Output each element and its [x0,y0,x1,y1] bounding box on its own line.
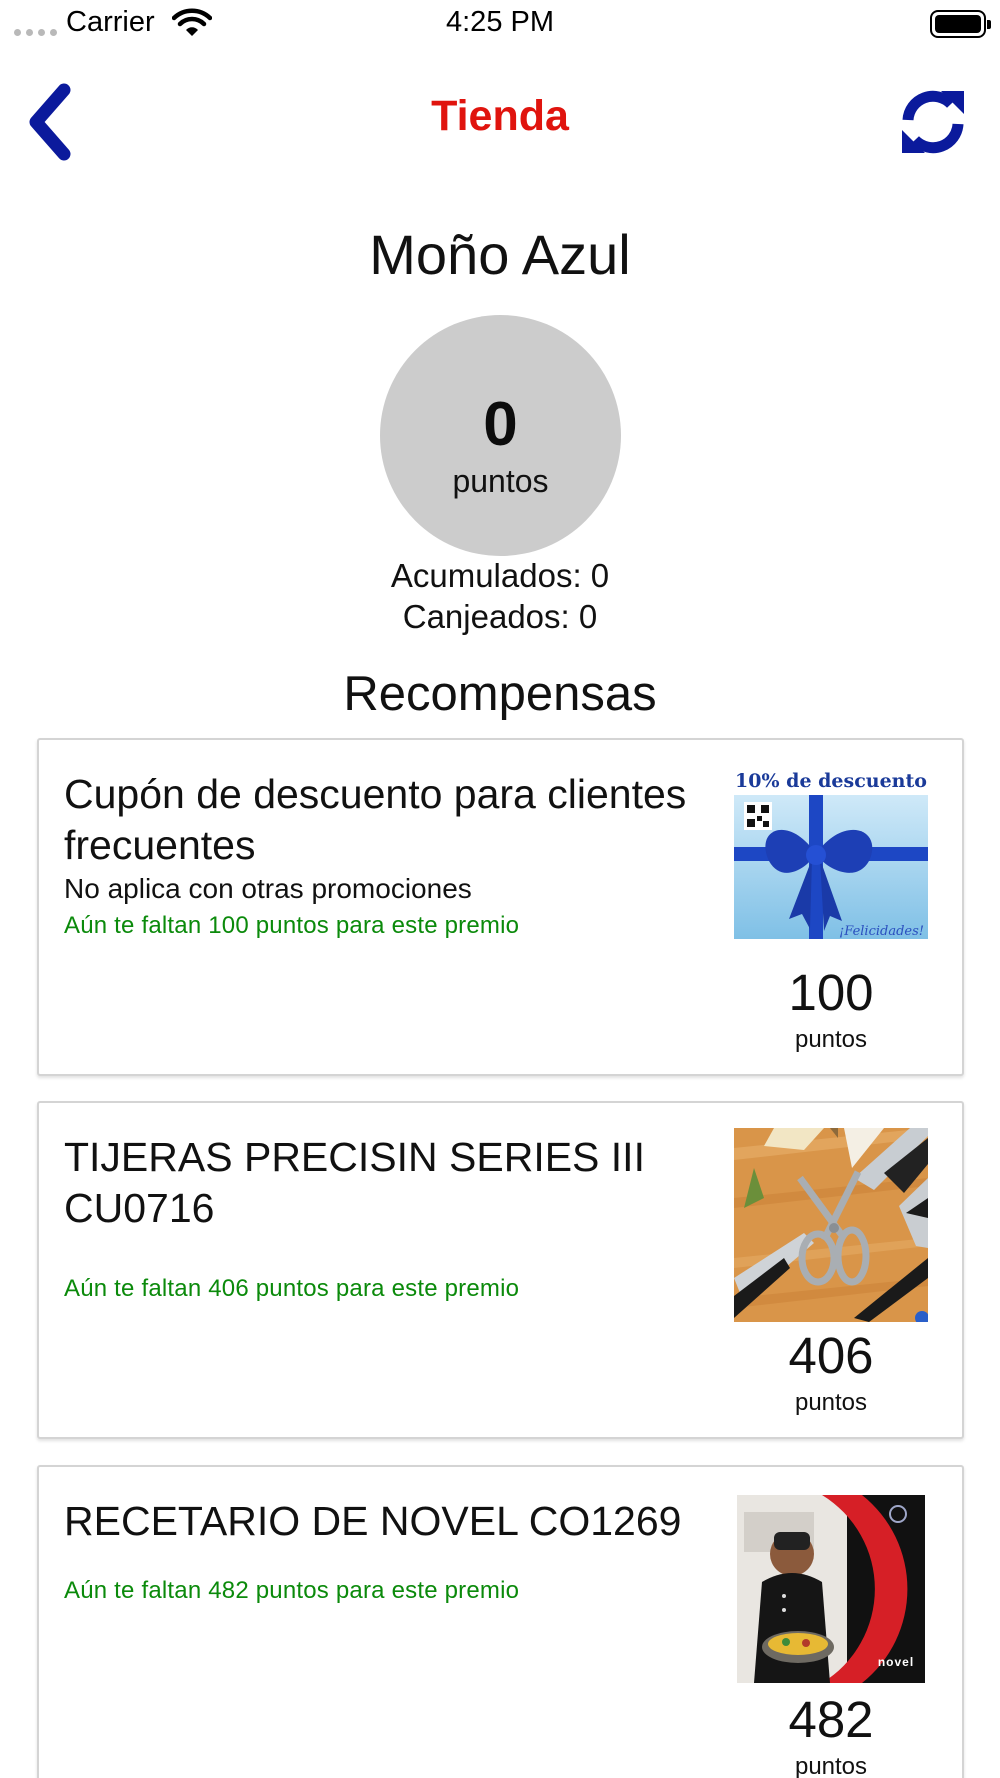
reward-missing-points: Aún te faltan 482 puntos para este premi… [64,1577,520,1604]
clock: 4:25 PM [446,6,554,38]
reward-points: 406 [788,1327,874,1384]
store-name: Moño Azul [369,223,631,286]
reward-points-unit: puntos [794,1753,868,1778]
coupon-footer-text: ¡Felicidades! [839,924,924,939]
points-unit-label: puntos [452,463,549,499]
rewards-heading: Recompensas [343,667,657,721]
reward-points: 100 [788,964,874,1021]
status-bar: Carrier 4:25 PM [0,0,1000,50]
reward-card[interactable]: TIJERAS PRECISIN SERIES III CU0716 Aún t… [37,1101,964,1439]
reward-missing-points: Aún te faltan 406 puntos para este premi… [64,1275,520,1302]
points-balance: 0 puntos [380,315,621,556]
reward-points-unit: puntos [794,1026,868,1053]
reward-image-coupon: 10% de descuento ¡Felicidades! [734,769,928,965]
reward-description: No aplica con otras promociones [64,873,472,904]
reward-image-scissors [734,1128,928,1322]
refresh-button[interactable] [895,84,971,160]
reward-title: Cupón de descuento para clientes frecuen… [64,771,687,868]
reward-title: TIJERAS PRECISIN SERIES III CU0716 [64,1134,645,1231]
redeemed-points: Canjeados: 0 [402,598,598,635]
reward-points-unit: puntos [794,1389,868,1416]
accumulated-points: Acumulados: 0 [390,557,610,594]
battery-icon [930,10,991,38]
reward-missing-points: Aún te faltan 100 puntos para este premi… [64,912,520,939]
refresh-icon [902,90,964,154]
cookbook-brand-text: novel [878,1655,914,1669]
reward-title: RECETARIO DE NOVEL CO1269 [64,1498,682,1544]
reward-card[interactable]: Cupón de descuento para clientes frecuen… [37,738,964,1076]
reward-points: 482 [788,1691,874,1748]
page-title: Tienda [431,92,569,140]
reward-image-cookbook: novel [734,1492,928,1686]
reward-card[interactable]: RECETARIO DE NOVEL CO1269 Aún te faltan … [37,1465,964,1778]
chevron-left-icon [29,83,71,161]
points-value: 0 [483,390,518,459]
back-button[interactable] [22,82,82,162]
coupon-banner-text: 10% de descuento [735,770,927,792]
navigation-bar: Tienda [0,70,1000,170]
